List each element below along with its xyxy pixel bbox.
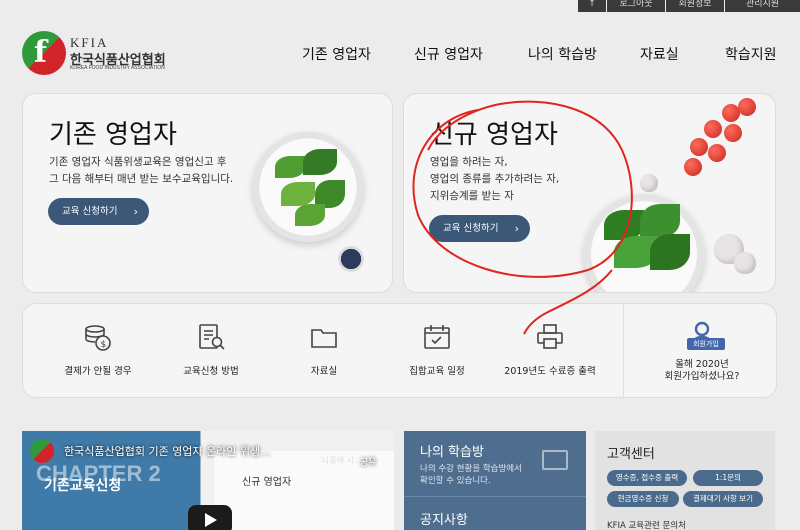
member-join-box[interactable]: 회원가입 올해 2020년 회원가입하셨나요? [627,304,777,399]
leaf-shape [640,204,680,238]
garlic-shape [640,174,658,192]
member-join-text-2: 회원가입하셨나요? [664,371,740,382]
nav-existing-operator[interactable]: 기존 영업자 [302,44,371,64]
chevron-right-icon: › [133,205,138,218]
new-operator-card: 신규 영업자 영업을 하려는 자, 영업의 종류를 추가하려는 자, 지위승계를… [403,93,776,293]
tomato-shape [724,124,742,142]
member-info-link[interactable]: 회원정보 [666,0,724,12]
new-apply-button[interactable]: 교육 신청하기 › [429,215,530,242]
leaf-shape [275,156,305,178]
calendar-icon [424,325,450,349]
new-operator-desc-1: 영업을 하려는 자, [430,156,508,168]
my-study-title[interactable]: 나의 학습방 [420,441,484,460]
existing-apply-button[interactable]: 교육 신청하기 › [48,198,149,225]
chevron-right-icon: › [514,222,519,235]
utility-bar: ↑ 로그아웃 회원정보 관리지원 [0,0,800,12]
quick-label: 집합교육 일정 [409,366,465,377]
video-inner-heading: 신규 영업자 [242,477,292,488]
quick-menu: $ 결제가 안될 경우 교육신청 방법 자료실 집합교육 일정 2019년도 수… [22,303,777,399]
coins-icon: $ [85,325,111,351]
existing-operator-card: 기존 영업자 기존 영업자 식품위생교육은 영업신고 후 그 다음 해부터 매년… [22,93,393,293]
tomato-shape [738,98,756,116]
site-logo[interactable]: f KFIA 한국식품산업협회 KOREA FOOD INDUSTRY ASSO… [22,31,182,76]
tomato-shape [690,138,708,156]
new-operator-title: 신규 영업자 [430,120,558,150]
quick-label: 자료실 [310,366,338,377]
quick-how-to-apply[interactable]: 교육신청 방법 [156,304,266,399]
admin-support-link[interactable]: 관리지원 [725,0,800,12]
one-to-one-inquiry-button[interactable]: 1:1문의 [693,470,763,486]
nav-study-support[interactable]: 학습지원 [725,44,777,64]
pending-payment-button[interactable]: 결제대기 사항 보기 [683,491,763,507]
svg-text:$: $ [101,340,107,350]
quick-label: 교육신청 방법 [183,366,239,377]
leaf-shape [650,234,690,270]
receipt-print-button[interactable]: 영수증, 접수증 출력 [607,470,687,486]
video-title[interactable]: 한국식품산업협회 기존 영업자 온라인 위생... [64,443,271,459]
divider [404,496,586,497]
tomato-shape [684,158,702,176]
quick-label: 결제가 안될 경우 [64,366,132,377]
inquiry-contact-label: KFIA 교육관련 문의처 [607,521,686,530]
leaf-shape [281,182,315,206]
leaf-shape [295,204,325,226]
printer-icon [537,324,563,349]
tomato-shape [704,120,722,138]
watch-later-button[interactable]: 나중에 시... [322,455,362,466]
member-join-badge: 회원가입 [687,338,725,350]
customer-center-panel: 고객센터 영수증, 접수증 출력 1:1문의 현금영수증 신청 결제대기 사항 … [595,431,775,530]
kfia-logo-icon: f [22,31,66,75]
play-button-icon[interactable] [188,505,232,530]
quick-certificate-print[interactable]: 2019년도 수료증 출력 [495,304,605,399]
quick-resources[interactable]: 자료실 [269,304,379,399]
leaf-shape [303,149,337,175]
video-big-text: 기존교육신청 [44,478,122,494]
logout-link[interactable]: 로그아웃 [607,0,665,12]
video-player[interactable]: CHAPTER 2 기존교육신청 한국식품산업협회 기존 영업자 온라인 위생.… [22,431,394,530]
garlic-shape [734,252,756,274]
up-icon[interactable]: ↑ [578,0,606,12]
existing-operator-title: 기존 영업자 [49,120,177,150]
channel-logo-icon [30,439,54,463]
logo-subtitle: KOREA FOOD INDUSTRY ASSOCIATION [70,65,165,71]
customer-center-title: 고객센터 [607,447,655,462]
monitor-icon [542,450,568,470]
new-operator-desc-3: 지위승계를 받는 자 [430,190,514,202]
cash-receipt-button[interactable]: 현금영수증 신청 [607,491,679,507]
quick-payment-issue[interactable]: $ 결제가 안될 경우 [43,304,153,399]
new-operator-desc-2: 영업의 종류를 추가하려는 자, [430,173,560,185]
my-study-desc-1: 나의 수강 현황을 학습방에서 [420,464,522,474]
share-button[interactable]: 공유 [360,455,377,468]
document-search-icon [199,324,225,350]
nav-resources[interactable]: 자료실 [640,44,679,64]
quick-label: 2019년도 수료증 출력 [504,366,596,377]
existing-operator-desc-2: 그 다음 해부터 매년 받는 보수교육입니다. [49,173,234,185]
notice-title[interactable]: 공지사항 [420,509,468,528]
quick-group-schedule[interactable]: 집합교육 일정 [382,304,492,399]
nav-new-operator[interactable]: 신규 영업자 [414,44,483,64]
blueberry-bowl-image [338,246,364,272]
tomato-shape [708,144,726,162]
my-study-panel[interactable]: 나의 학습방 나의 수강 현황을 학습방에서 확인할 수 있습니다. 공지사항 [404,431,586,530]
nav-my-study[interactable]: 나의 학습방 [528,44,597,64]
folder-icon [311,329,337,348]
divider [623,304,624,399]
existing-operator-desc-1: 기존 영업자 식품위생교육은 영업신고 후 [49,156,227,168]
my-study-desc-2: 확인할 수 있습니다. [420,476,491,486]
